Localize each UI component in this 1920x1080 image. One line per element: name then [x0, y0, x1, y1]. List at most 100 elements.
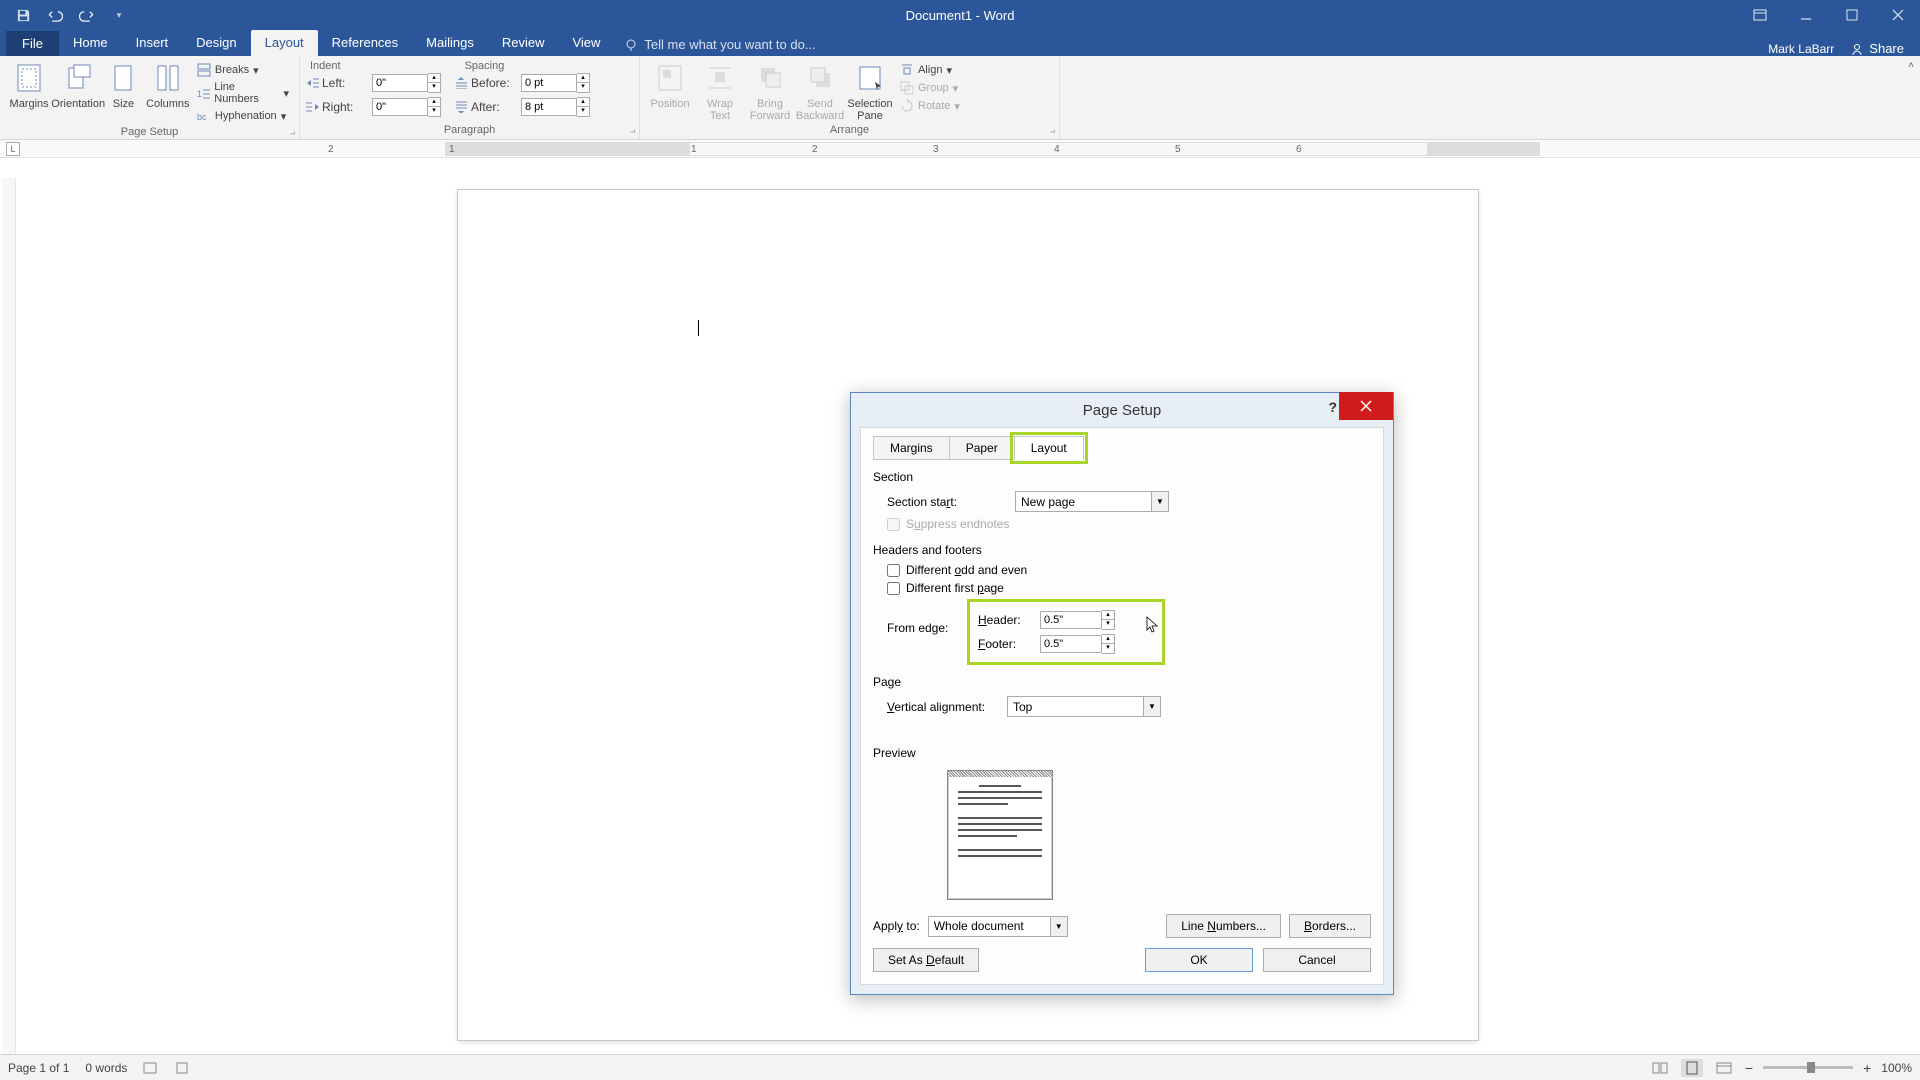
- different-odd-even-checkbox[interactable]: [887, 564, 900, 577]
- undo-icon[interactable]: [46, 6, 64, 24]
- dialog-title-bar[interactable]: Page Setup ?: [851, 393, 1393, 427]
- tab-view[interactable]: View: [558, 30, 614, 56]
- line-numbers-button[interactable]: 1Line Numbers ▾: [193, 80, 293, 106]
- section-start-combo[interactable]: New page ▼: [1015, 491, 1169, 512]
- dialog-tab-paper[interactable]: Paper: [949, 436, 1015, 460]
- close-icon[interactable]: [1876, 0, 1920, 30]
- indent-right-icon: [306, 101, 319, 113]
- read-mode-icon[interactable]: [1649, 1059, 1671, 1077]
- margins-button[interactable]: Margins: [6, 58, 52, 124]
- suppress-endnotes-checkbox: [887, 518, 900, 531]
- preview-heading: Preview: [873, 742, 1371, 764]
- chevron-down-icon: ▼: [1151, 492, 1168, 511]
- tell-me-search[interactable]: [624, 33, 884, 56]
- align-button[interactable]: Align ▾: [896, 62, 964, 78]
- ribbon: ˄ Margins Orientation Size Columns Break…: [0, 56, 1920, 140]
- chevron-down-icon: ▼: [1143, 697, 1160, 716]
- zoom-slider[interactable]: [1763, 1066, 1853, 1069]
- bring-forward-button: Bring Forward: [746, 58, 794, 122]
- tab-design[interactable]: Design: [182, 30, 250, 56]
- line-numbers-icon: 1: [197, 86, 210, 100]
- vertical-alignment-label: Vertical alignment:: [887, 700, 999, 714]
- group-label-page-setup: Page Setup: [6, 124, 293, 141]
- from-edge-label: From edge:: [887, 599, 967, 635]
- web-layout-icon[interactable]: [1713, 1059, 1735, 1077]
- tab-layout[interactable]: Layout: [251, 30, 318, 56]
- status-bar: Page 1 of 1 0 words − + 100%: [0, 1054, 1920, 1080]
- indent-right-row: Right: ▴▾: [306, 96, 441, 118]
- zoom-in-button[interactable]: +: [1863, 1060, 1871, 1076]
- ribbon-display-icon[interactable]: [1738, 0, 1782, 30]
- rotate-icon: [900, 99, 914, 113]
- zoom-level[interactable]: 100%: [1881, 1061, 1912, 1075]
- size-icon: [107, 62, 139, 94]
- indent-left-input[interactable]: ▴▾: [372, 73, 441, 93]
- spacing-before-input[interactable]: ▴▾: [521, 73, 590, 93]
- indent-right-input[interactable]: ▴▾: [372, 97, 441, 117]
- line-numbers-button[interactable]: Line Numbers...: [1166, 914, 1281, 938]
- breaks-button[interactable]: Breaks ▾: [193, 62, 293, 78]
- dialog-help-icon[interactable]: ?: [1328, 399, 1337, 415]
- tab-references[interactable]: References: [318, 30, 412, 56]
- tab-mailings[interactable]: Mailings: [412, 30, 488, 56]
- group-paragraph: Indent Spacing Left: ▴▾ Right: ▴▾ Be: [300, 56, 640, 139]
- dialog-tab-layout[interactable]: Layout: [1014, 436, 1084, 460]
- size-button[interactable]: Size: [104, 58, 143, 124]
- spelling-icon[interactable]: [143, 1061, 159, 1075]
- redo-icon[interactable]: [78, 6, 96, 24]
- minimize-icon[interactable]: [1784, 0, 1828, 30]
- share-button[interactable]: Share: [1850, 41, 1904, 56]
- macro-icon[interactable]: [175, 1061, 191, 1075]
- different-first-page-checkbox[interactable]: [887, 582, 900, 595]
- footer-label: Footer:: [978, 637, 1032, 651]
- set-as-default-button[interactable]: Set As Default: [873, 948, 979, 972]
- send-backward-button: Send Backward: [796, 58, 844, 122]
- tab-insert[interactable]: Insert: [122, 30, 183, 56]
- qat-customize-icon[interactable]: ▾: [110, 6, 128, 24]
- share-label: Share: [1869, 41, 1904, 56]
- page-setup-dialog: Page Setup ? Margins Paper Layout Sectio…: [850, 392, 1394, 995]
- footer-distance-input[interactable]: ▴▾: [1040, 634, 1115, 654]
- indent-header: Indent: [310, 60, 341, 72]
- print-layout-icon[interactable]: [1681, 1059, 1703, 1077]
- columns-button[interactable]: Columns: [145, 58, 191, 124]
- wrap-text-button: Wrap Text: [696, 58, 744, 122]
- orientation-button[interactable]: Orientation: [54, 58, 102, 124]
- spacing-before-icon: [455, 77, 468, 89]
- chevron-down-icon: ▼: [1050, 917, 1067, 936]
- tab-home[interactable]: Home: [59, 30, 122, 56]
- user-name[interactable]: Mark LaBarr: [1768, 42, 1834, 56]
- group-icon: [900, 81, 914, 95]
- svg-text:bc: bc: [197, 112, 207, 122]
- tab-selector[interactable]: L: [6, 142, 20, 156]
- vertical-alignment-combo[interactable]: Top ▼: [1007, 696, 1161, 717]
- zoom-out-button[interactable]: −: [1745, 1060, 1753, 1076]
- send-backward-icon: [804, 62, 836, 94]
- dialog-tab-margins[interactable]: Margins: [873, 436, 950, 460]
- save-icon[interactable]: [14, 6, 32, 24]
- cancel-button[interactable]: Cancel: [1263, 948, 1371, 972]
- hyphenation-button[interactable]: bcHyphenation ▾: [193, 108, 293, 124]
- maximize-icon[interactable]: [1830, 0, 1874, 30]
- ok-button[interactable]: OK: [1145, 948, 1253, 972]
- tab-review[interactable]: Review: [488, 30, 559, 56]
- apply-to-combo[interactable]: Whole document ▼: [928, 916, 1068, 937]
- tell-me-input[interactable]: [644, 37, 884, 52]
- user-area: Mark LaBarr Share: [1768, 41, 1920, 56]
- selection-pane-button[interactable]: Selection Pane: [846, 58, 894, 122]
- tab-file[interactable]: File: [6, 31, 59, 56]
- page-count[interactable]: Page 1 of 1: [8, 1061, 69, 1075]
- indent-left-row: Left: ▴▾: [306, 72, 441, 94]
- horizontal-ruler[interactable]: 21123456: [445, 142, 1540, 156]
- spacing-after-input[interactable]: ▴▾: [521, 97, 590, 117]
- window-controls: [1738, 0, 1920, 30]
- apply-to-label: Apply to:: [873, 919, 920, 933]
- borders-button[interactable]: Borders...: [1289, 914, 1371, 938]
- header-distance-input[interactable]: ▴▾: [1040, 610, 1115, 630]
- dialog-close-button[interactable]: [1339, 392, 1393, 420]
- collapse-ribbon-icon[interactable]: ˄: [1908, 60, 1914, 71]
- mouse-cursor-icon: [1146, 616, 1160, 634]
- hyphenation-icon: bc: [197, 109, 211, 123]
- word-count[interactable]: 0 words: [85, 1061, 127, 1075]
- vertical-ruler[interactable]: [2, 178, 16, 1054]
